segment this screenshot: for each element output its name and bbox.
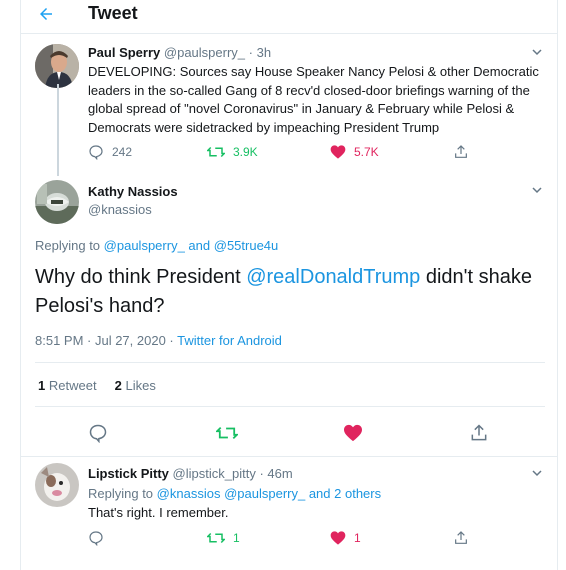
and-label: and [188,238,211,253]
tweet-stats: 1 Retweet 2 Likes [38,378,156,393]
heart-icon [344,424,362,442]
author-handle[interactable]: @lipstick_pitty [173,466,256,481]
author-name[interactable]: Lipstick Pitty [88,466,169,481]
share-icon [471,424,487,441]
reply-icon [89,145,103,160]
reply-count: 242 [112,145,133,159]
author-handle[interactable]: @knassios [88,202,152,217]
share-button[interactable] [469,423,489,443]
like-stat[interactable]: 2 Likes [115,378,156,393]
like-stat-count: 2 [114,378,122,393]
author-handle[interactable]: @paulsperry_ [164,45,245,60]
retweet-icon [216,426,238,440]
tweet-text-part: Why do think President [35,266,247,288]
reply-button[interactable]: 242 [88,144,132,160]
divider [35,362,545,363]
mention-link[interactable]: @realDonaldTrump [246,266,420,288]
separator: · [259,466,264,481]
chevron-down-icon[interactable] [531,184,543,199]
back-arrow-icon[interactable] [37,5,55,28]
main-tweet-text: Why do think President @realDonaldTrump … [35,263,535,321]
reply-tweet-text: That's right. I remember. [88,505,229,520]
replying-label: Replying to [35,238,101,253]
reply-button[interactable] [88,423,108,443]
avatar[interactable] [35,180,79,224]
replying-label: Replying to [88,486,154,501]
separator: · [248,45,253,60]
author-name[interactable]: Paul Sperry [88,45,160,60]
reply-icon [89,424,107,443]
reply-button[interactable] [88,530,104,546]
retweet-icon [207,146,225,158]
page-title: Tweet [88,3,138,23]
retweet-button[interactable] [216,424,238,442]
retweet-button[interactable]: 3.9K [207,144,258,160]
retweet-button[interactable]: 1 [207,530,240,546]
tweet-page: Tweet Paul Sperry @paulsperry_ · 3h DEVE… [20,0,558,570]
share-icon [455,531,467,544]
like-count: 5.7K [354,145,379,159]
avatar[interactable] [35,463,79,507]
retweet-icon [207,532,225,544]
chevron-down-icon[interactable] [531,46,543,61]
replying-to: Replying to @paulsperry_ and @55true4u [35,238,278,253]
thread-line [57,84,59,176]
like-stat-label: Likes [125,378,156,393]
like-button[interactable]: 1 [330,530,361,546]
chevron-down-icon[interactable] [531,467,543,482]
replying-to: Replying to @knassios @paulsperry_ and 2… [88,486,381,501]
like-button[interactable]: 5.7K [330,144,379,160]
tweet-time[interactable]: 46m [267,466,292,481]
reply-icon [89,531,103,546]
retweet-stat-count: 1 [38,378,46,393]
page-header: Tweet [21,0,557,34]
share-button[interactable] [453,530,469,546]
like-button[interactable] [343,424,363,442]
avatar[interactable] [35,44,79,88]
tweet-timestamp[interactable]: 8:51 PM · Jul 27, 2020 · [35,333,177,348]
others-link[interactable]: and 2 others [309,486,381,501]
retweet-stat-label: Retweet [48,378,97,393]
parent-tweet-header: Paul Sperry @paulsperry_ · 3h [88,45,271,60]
divider [35,406,545,407]
parent-tweet-text: DEVELOPING: Sources say House Speaker Na… [88,64,539,135]
author-name[interactable]: Kathy Nassios [88,184,178,199]
share-button[interactable] [453,144,469,160]
tweet-source[interactable]: Twitter for Android [177,333,282,348]
reply-tweet-header: Lipstick Pitty @lipstick_pitty · 46m [88,466,293,481]
retweet-stat[interactable]: 1 Retweet [38,378,97,393]
divider [21,456,557,457]
heart-icon [330,145,346,159]
tweet-time[interactable]: 3h [257,45,271,60]
retweet-count: 1 [233,531,240,545]
mention-link[interactable]: @paulsperry_ [224,486,305,501]
mention-link[interactable]: @paulsperry_ [104,238,185,253]
tweet-meta: 8:51 PM · Jul 27, 2020 · Twitter for And… [35,333,282,348]
like-count: 1 [354,531,361,545]
share-icon [455,145,467,158]
heart-icon [330,531,346,545]
retweet-count: 3.9K [233,145,258,159]
mention-link[interactable]: @55true4u [214,238,279,253]
mention-link[interactable]: @knassios [157,486,221,501]
